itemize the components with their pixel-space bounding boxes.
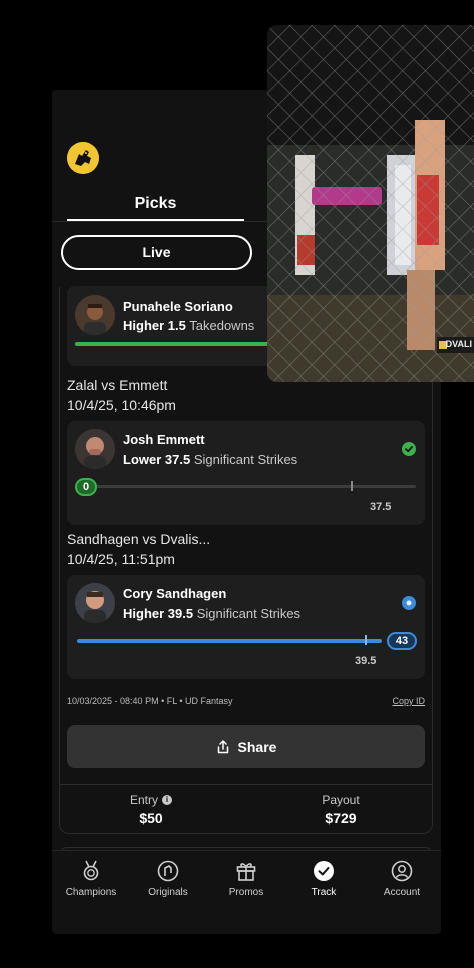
summary-divider	[60, 784, 432, 785]
progress-bar	[77, 639, 382, 643]
pick-stat: Significant Strikes	[196, 606, 301, 621]
video-watermark: DVALI	[445, 339, 472, 349]
won-check-icon	[402, 442, 416, 456]
pick-direction: Higher	[123, 606, 165, 621]
nav-track[interactable]: Track	[285, 859, 363, 898]
pick-card-emmett[interactable]: Josh Emmett Lower 37.5 Significant Strik…	[67, 421, 425, 525]
player-name: Punahele Soriano	[123, 299, 233, 314]
copy-id-link[interactable]: Copy ID	[392, 696, 425, 706]
info-icon[interactable]: i	[162, 795, 172, 805]
account-icon	[391, 860, 413, 882]
medal-icon	[83, 860, 99, 881]
nav-label: Track	[311, 887, 337, 898]
pick-stat: Significant Strikes	[193, 452, 298, 467]
line-label: 39.5	[355, 655, 377, 667]
pick-line-value: 39.5	[167, 606, 194, 621]
nav-account[interactable]: Account	[363, 859, 441, 898]
nav-label: Originals	[148, 887, 188, 898]
pick-line: Lower 37.5 Significant Strikes	[123, 452, 297, 467]
entry-value: $50	[139, 810, 163, 826]
check-circle-icon	[314, 861, 334, 881]
nav-label: Promos	[228, 887, 264, 898]
nav-label: Account	[383, 887, 421, 898]
entry-label: Entry	[129, 793, 158, 807]
matchup-datetime: 10/4/25, 11:51pm	[67, 551, 175, 567]
live-status-icon	[402, 596, 416, 610]
progress-track	[77, 485, 416, 488]
matchup-title: Zalal vs Emmett	[67, 377, 168, 393]
player-avatar	[75, 295, 115, 335]
progress-bar	[75, 342, 285, 346]
line-marker	[365, 635, 367, 645]
pick-card-sandhagen[interactable]: Cory Sandhagen Higher 39.5 Significant S…	[67, 575, 425, 679]
matchup-title: Sandhagen vs Dvalis...	[67, 531, 211, 547]
nav-champions[interactable]: Champions	[52, 859, 130, 898]
current-value-badge: 0	[75, 478, 97, 496]
underdog-logo[interactable]	[67, 142, 99, 174]
pick-direction: Lower	[123, 452, 162, 467]
player-avatar	[75, 429, 115, 469]
tab-picks[interactable]: Picks	[67, 190, 244, 222]
nav-label: Champions	[65, 887, 117, 898]
nav-promos[interactable]: Promos	[207, 859, 285, 898]
share-button[interactable]: Share	[67, 725, 425, 768]
player-avatar	[75, 583, 115, 623]
filter-live-button[interactable]: Live	[61, 235, 252, 270]
payout-label: Payout	[322, 793, 360, 807]
pick-direction: Higher	[123, 318, 165, 333]
share-label: Share	[237, 738, 277, 755]
entry-summary: Entry i $50	[91, 793, 211, 826]
pick-stat: Takedowns	[189, 318, 255, 333]
player-name: Josh Emmett	[123, 432, 205, 447]
payout-summary: Payout $729	[281, 793, 401, 826]
entry-meta: 10/03/2025 - 08:40 PM • FL • UD Fantasy	[67, 696, 233, 706]
matchup-datetime: 10/4/25, 10:46pm	[67, 397, 176, 413]
pip-video-player[interactable]: DVALI	[267, 25, 474, 382]
line-label: 37.5	[370, 501, 392, 513]
pick-line: Higher 39.5 Significant Strikes	[123, 606, 300, 621]
current-value-badge: 43	[387, 632, 417, 650]
originals-icon	[157, 860, 179, 882]
nav-originals[interactable]: Originals	[129, 859, 207, 898]
payout-value: $729	[325, 810, 357, 826]
gift-icon	[236, 863, 256, 881]
share-icon	[217, 739, 228, 753]
bottom-nav: Champions Originals Promos Track Account	[52, 850, 441, 910]
player-name: Cory Sandhagen	[123, 586, 227, 601]
line-marker	[351, 481, 353, 491]
pick-line: Higher 1.5 Takedowns	[123, 318, 254, 333]
pick-line-value: 37.5	[164, 452, 191, 467]
pick-line-value: 1.5	[167, 318, 186, 333]
